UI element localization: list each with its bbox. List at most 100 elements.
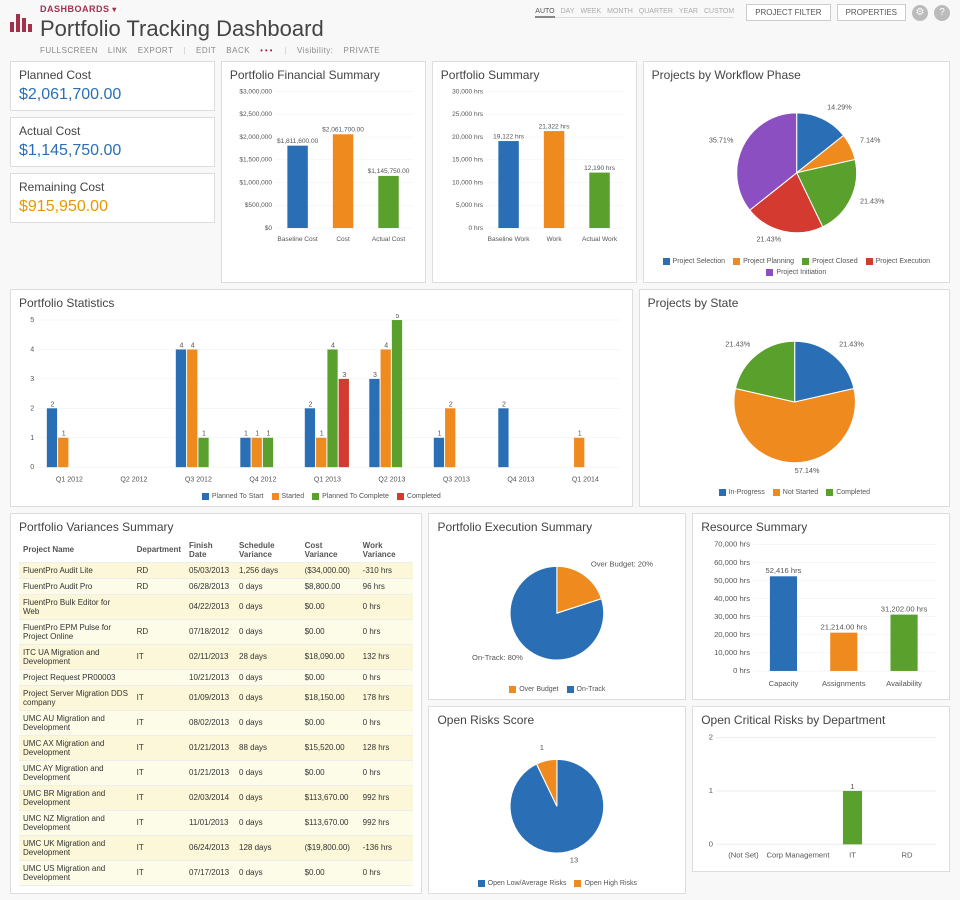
svg-text:On-Track: 80%: On-Track: 80%	[472, 653, 523, 662]
svg-text:1: 1	[244, 431, 248, 438]
table-cell: 01/21/2013	[185, 760, 235, 785]
column-header[interactable]: Work Variance	[359, 538, 414, 563]
help-icon[interactable]: ?	[934, 5, 950, 21]
svg-text:Actual Cost: Actual Cost	[372, 236, 406, 243]
kpi-label: Remaining Cost	[19, 180, 206, 194]
tool-edit[interactable]: EDIT	[196, 46, 216, 55]
svg-text:$2,500,000: $2,500,000	[239, 111, 272, 118]
table-cell: 96 hrs	[359, 578, 414, 594]
table-cell: $0.00	[301, 619, 359, 644]
svg-text:Q1 2012: Q1 2012	[56, 477, 83, 484]
breadcrumb[interactable]: DASHBOARDS	[40, 4, 380, 14]
table-row[interactable]: FluentPro EPM Pulse for Project OnlineRD…	[19, 619, 413, 644]
svg-text:40,000 hrs: 40,000 hrs	[714, 594, 750, 603]
table-cell: 06/28/2013	[185, 578, 235, 594]
svg-text:50,000 hrs: 50,000 hrs	[714, 575, 750, 584]
svg-text:5,000 hrs: 5,000 hrs	[456, 202, 484, 209]
table-row[interactable]: UMC AU Migration and DevelopmentIT08/02/…	[19, 710, 413, 735]
table-row[interactable]: UMC AX Migration and DevelopmentIT01/21/…	[19, 735, 413, 760]
svg-text:70,000 hrs: 70,000 hrs	[714, 539, 750, 548]
table-row[interactable]: Project Request PR0000310/21/20130 days$…	[19, 669, 413, 685]
topbar: DASHBOARDS Portfolio Tracking Dashboard …	[0, 0, 960, 55]
column-header[interactable]: Finish Date	[185, 538, 235, 563]
svg-text:10,000 hrs: 10,000 hrs	[714, 648, 750, 657]
column-header[interactable]: Cost Variance	[301, 538, 359, 563]
svg-text:52,416 hrs: 52,416 hrs	[766, 566, 802, 575]
tool-fullscreen[interactable]: FULLSCREEN	[40, 46, 98, 55]
logo-icon	[10, 4, 32, 32]
table-cell: 0 days	[235, 594, 301, 619]
table-cell: UMC AY Migration and Development	[19, 760, 133, 785]
svg-text:1: 1	[30, 435, 34, 442]
range-day[interactable]: DAY	[561, 8, 575, 15]
table-row[interactable]: ITC UA Migration and DevelopmentIT02/11/…	[19, 644, 413, 669]
table-cell: UMC AX Migration and Development	[19, 735, 133, 760]
table-cell: IT	[133, 785, 185, 810]
table-cell: 0 hrs	[359, 710, 414, 735]
gear-icon[interactable]: ⚙	[912, 5, 928, 21]
tool-back[interactable]: BACK	[226, 46, 250, 55]
kpi-planned-cost: Planned Cost $2,061,700.00	[10, 61, 215, 111]
table-variances: Portfolio Variances Summary Project Name…	[10, 513, 422, 894]
svg-text:5: 5	[30, 317, 34, 324]
tool-export[interactable]: EXPORT	[138, 46, 174, 55]
tool-link[interactable]: LINK	[108, 46, 128, 55]
column-header[interactable]: Department	[133, 538, 185, 563]
range-week[interactable]: WEEK	[581, 8, 602, 15]
table-cell: $0.00	[301, 860, 359, 885]
visibility-value: PRIVATE	[344, 46, 381, 55]
svg-text:Q4 2013: Q4 2013	[507, 477, 534, 484]
range-year[interactable]: YEAR	[679, 8, 698, 15]
svg-text:12,190 hrs: 12,190 hrs	[584, 165, 616, 172]
table-cell: FluentPro Audit Lite	[19, 562, 133, 578]
table-row[interactable]: UMC BR Migration and DevelopmentIT02/03/…	[19, 785, 413, 810]
more-menu-icon[interactable]: •••	[260, 46, 274, 55]
svg-text:RD: RD	[902, 851, 913, 860]
table-cell: $18,090.00	[301, 644, 359, 669]
table-row[interactable]: UMC AY Migration and DevelopmentIT01/21/…	[19, 760, 413, 785]
range-custom[interactable]: CUSTOM	[704, 8, 734, 15]
kpi-label: Actual Cost	[19, 124, 206, 138]
svg-text:13: 13	[570, 856, 578, 865]
svg-text:25,000 hrs: 25,000 hrs	[452, 111, 484, 118]
table-cell: 0 days	[235, 578, 301, 594]
svg-text:$0: $0	[265, 225, 273, 232]
project-filter-button[interactable]: PROJECT FILTER	[746, 4, 830, 21]
chart-title: Portfolio Summary	[441, 68, 628, 82]
svg-text:Q4 2012: Q4 2012	[249, 477, 276, 484]
svg-text:30,000 hrs: 30,000 hrs	[714, 612, 750, 621]
table-cell: 0 hrs	[359, 760, 414, 785]
properties-button[interactable]: PROPERTIES	[837, 4, 906, 21]
table-row[interactable]: FluentPro Audit LiteRD05/03/20131,256 da…	[19, 562, 413, 578]
range-quarter[interactable]: QUARTER	[639, 8, 673, 15]
table-row[interactable]: UMC US Migration and DevelopmentIT07/17/…	[19, 860, 413, 885]
svg-text:15,000 hrs: 15,000 hrs	[452, 157, 484, 164]
svg-text:Q3 2013: Q3 2013	[443, 477, 470, 484]
table-cell: IT	[133, 860, 185, 885]
table-cell: 0 hrs	[359, 619, 414, 644]
table-cell: IT	[133, 835, 185, 860]
table-cell: IT	[133, 735, 185, 760]
table-row[interactable]: FluentPro Audit ProRD06/28/20130 days$8,…	[19, 578, 413, 594]
table-cell: RD	[133, 578, 185, 594]
table-cell: 01/21/2013	[185, 735, 235, 760]
table-row[interactable]: UMC UK Migration and DevelopmentIT06/24/…	[19, 835, 413, 860]
svg-text:1: 1	[851, 782, 855, 791]
table-row[interactable]: Project Server Migration DDS companyIT01…	[19, 685, 413, 710]
table-cell: 128 hrs	[359, 735, 414, 760]
table-cell: $18,150.00	[301, 685, 359, 710]
range-month[interactable]: MONTH	[607, 8, 633, 15]
table-cell: 0 days	[235, 619, 301, 644]
svg-text:21,214.00 hrs: 21,214.00 hrs	[821, 622, 868, 631]
svg-text:4: 4	[191, 343, 195, 350]
svg-text:Q1 2013: Q1 2013	[314, 477, 341, 484]
table-cell: 28 days	[235, 644, 301, 669]
range-auto[interactable]: AUTO	[535, 8, 554, 18]
svg-text:30,000 hrs: 30,000 hrs	[452, 88, 484, 95]
table-cell: UMC AU Migration and Development	[19, 710, 133, 735]
table-row[interactable]: FluentPro Bulk Editor for Web04/22/20130…	[19, 594, 413, 619]
column-header[interactable]: Project Name	[19, 538, 133, 563]
column-header[interactable]: Schedule Variance	[235, 538, 301, 563]
svg-text:Q2 2012: Q2 2012	[120, 477, 147, 484]
table-cell: 0 hrs	[359, 669, 414, 685]
